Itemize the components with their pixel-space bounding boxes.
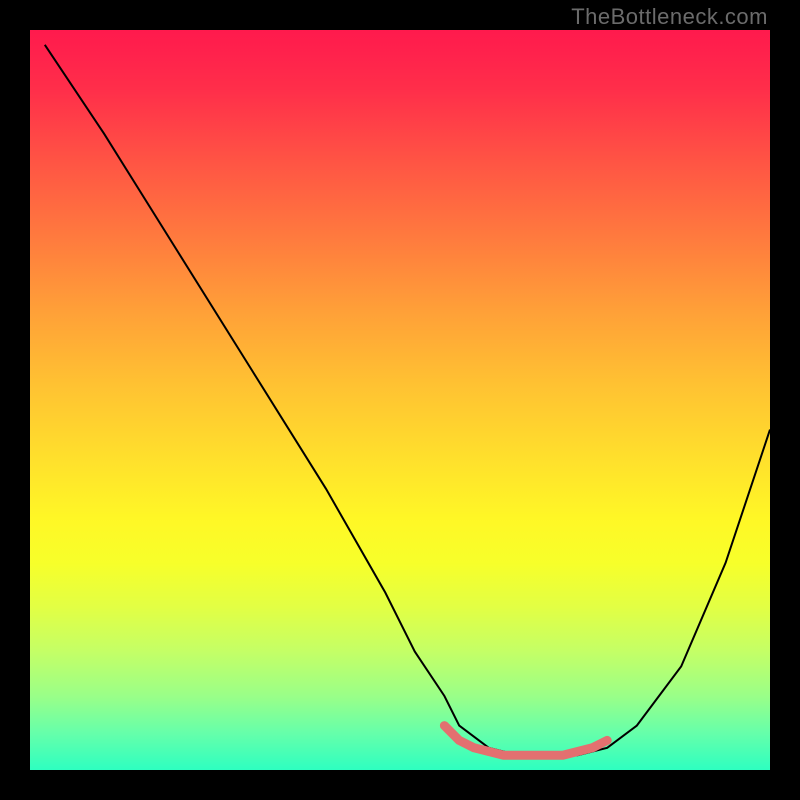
bottleneck-curve-path — [45, 45, 770, 755]
watermark-text: TheBottleneck.com — [571, 4, 768, 30]
optimal-highlight-path — [444, 726, 607, 756]
chart-frame: TheBottleneck.com — [0, 0, 800, 800]
chart-svg — [30, 30, 770, 770]
